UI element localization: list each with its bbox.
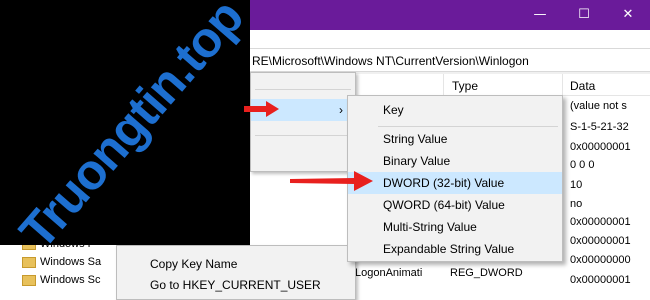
arrow-to-dword-icon [290, 171, 373, 191]
value-type-cell: REG_DWORD [450, 267, 523, 279]
submenu-item-qword-value[interactable]: QWORD (64-bit) Value [348, 194, 562, 216]
column-header-type[interactable]: Type [452, 79, 478, 93]
new-submenu: Key String Value Binary Value DWORD (32-… [347, 95, 563, 262]
data-cell: 0x00000001 [570, 216, 631, 228]
goto-hkcu-item[interactable]: Go to HKEY_CURRENT_USER [150, 278, 321, 292]
tree-item-label: Windows Sc [40, 274, 101, 286]
data-cell: 0x00000001 [570, 235, 631, 247]
data-cell: (value not s [570, 100, 627, 112]
minimize-button[interactable]: — [518, 0, 562, 30]
submenu-arrow-icon: › [339, 103, 343, 117]
arrow-to-new-icon [244, 101, 279, 117]
menu-separator [255, 89, 351, 90]
menu-separator [378, 126, 558, 127]
data-cell: S-1-5-21-32 [570, 121, 629, 133]
submenu-item-string-value[interactable]: String Value [348, 128, 562, 150]
column-header-data[interactable]: Data [570, 79, 595, 93]
submenu-item-binary-value[interactable]: Binary Value [348, 150, 562, 172]
watermark-logo: Truongtin.top [8, 0, 250, 245]
data-cell: 0 0 0 [570, 159, 595, 171]
tree-item[interactable]: Windows Sa [22, 256, 101, 274]
folder-icon [22, 274, 36, 286]
menu-separator [255, 135, 351, 136]
data-cell: 0x00000001 [570, 274, 631, 286]
maximize-button[interactable]: ☐ [562, 0, 606, 30]
data-cell: no [570, 198, 583, 210]
folder-icon [22, 256, 36, 268]
submenu-item-key[interactable]: Key [348, 99, 562, 121]
context-menu: › [250, 72, 356, 172]
column-separator[interactable] [443, 74, 444, 96]
copy-key-name-item[interactable]: Copy Key Name [150, 257, 237, 271]
value-name-cell[interactable]: LogonAnimati [355, 267, 422, 279]
submenu-item-dword-value[interactable]: DWORD (32-bit) Value [348, 172, 562, 194]
column-separator[interactable] [562, 74, 563, 96]
watermark-panel: Truongtin.top [0, 0, 250, 245]
data-cell: 0x00000000 [570, 254, 631, 266]
data-cell: 0x00000001 [570, 141, 631, 153]
address-path: RE\Microsoft\Windows NT\CurrentVersion\W… [252, 54, 529, 68]
tree-item[interactable]: Windows Sc [22, 274, 101, 292]
submenu-item-multi-string-value[interactable]: Multi-String Value [348, 216, 562, 238]
submenu-item-expandable-string-value[interactable]: Expandable String Value [348, 238, 562, 260]
context-menu-bottom: Copy Key Name Go to HKEY_CURRENT_USER [116, 245, 356, 300]
data-cell: 10 [570, 179, 583, 191]
close-button[interactable]: ✕ [606, 0, 650, 30]
tree-item-label: Windows Sa [40, 256, 102, 268]
